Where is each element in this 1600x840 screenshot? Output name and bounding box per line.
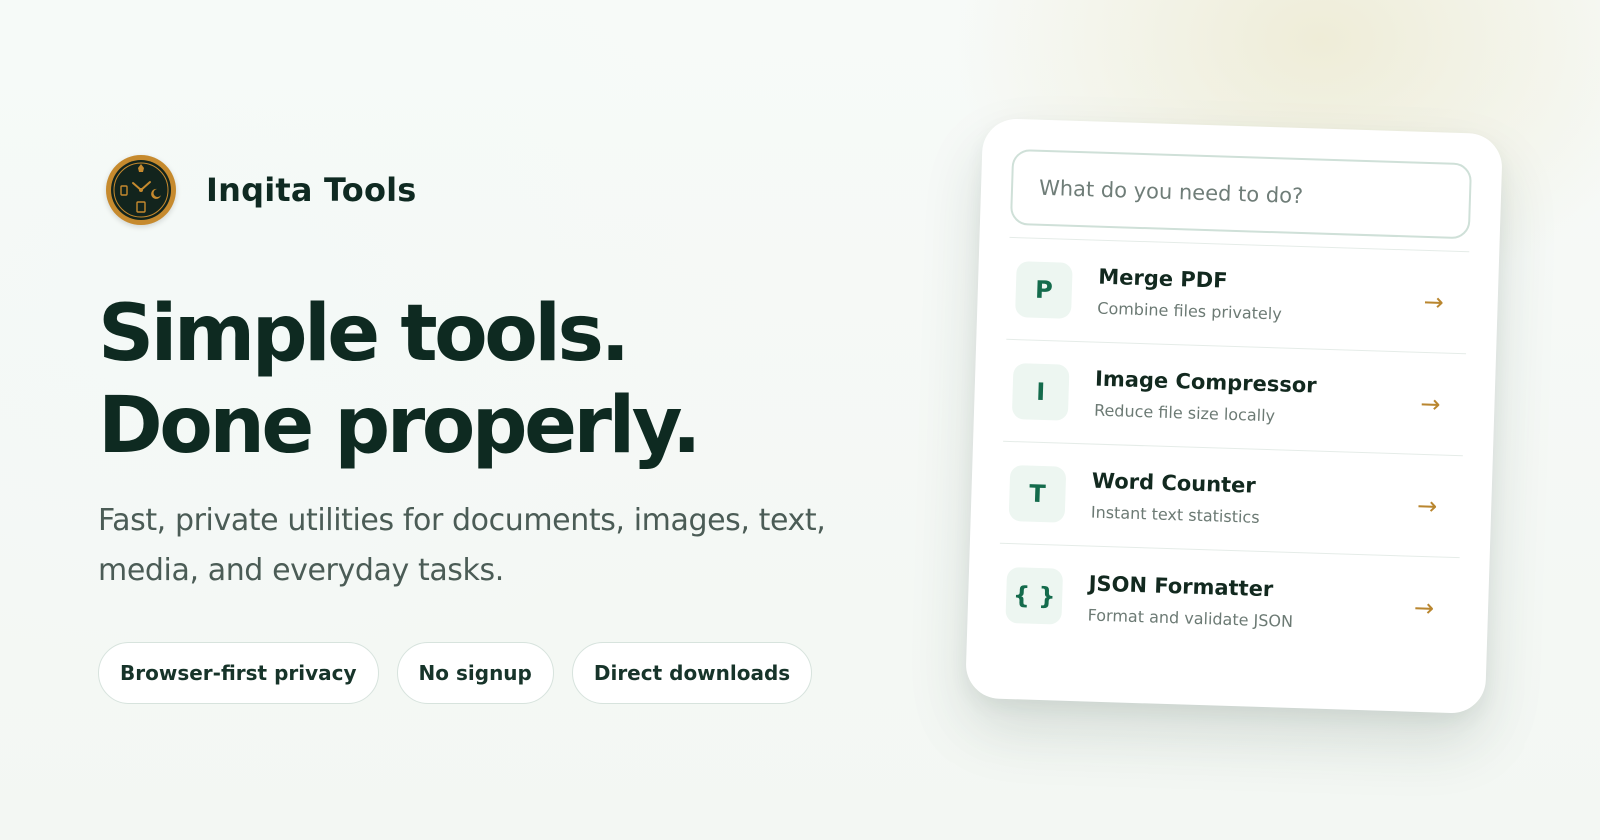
- tool-description: Reduce file size locally: [1093, 400, 1276, 426]
- tool-json-formatter[interactable]: { } JSON Formatter Format and validate J…: [997, 544, 1460, 660]
- headline-line-1: Simple tools.: [98, 289, 630, 379]
- brand[interactable]: Inqita Tools: [106, 155, 417, 225]
- tool-description: Combine files privately: [1097, 298, 1283, 324]
- tool-word-counter[interactable]: T Word Counter Instant text statistics →: [999, 441, 1463, 559]
- tool-list: P Merge PDF Combine files privately → I …: [996, 236, 1470, 661]
- tool-text: JSON Formatter Format and validate JSON: [1087, 571, 1414, 634]
- tool-search-card: What do you need to do? P Merge PDF Comb…: [965, 117, 1503, 715]
- tool-text: Word Counter Instant text statistics: [1091, 469, 1418, 532]
- text-icon: T: [1008, 464, 1067, 523]
- arrow-right-icon: →: [1416, 491, 1438, 520]
- tool-description: Format and validate JSON: [1087, 605, 1294, 631]
- pdf-icon: P: [1015, 260, 1073, 319]
- pill-direct-downloads[interactable]: Direct downloads: [571, 642, 813, 704]
- arrow-right-icon: →: [1419, 389, 1441, 418]
- arrow-right-icon: →: [1413, 593, 1435, 623]
- arrow-right-icon: →: [1423, 287, 1445, 317]
- search-input[interactable]: What do you need to do?: [1009, 148, 1473, 240]
- image-icon: I: [1011, 362, 1070, 421]
- tool-text: Merge PDF Combine files privately: [1097, 265, 1424, 328]
- headline-line-2: Done properly.: [98, 381, 702, 471]
- feature-pills: Browser-first privacy No signup Direct d…: [98, 642, 813, 704]
- tool-description: Instant text statistics: [1090, 502, 1260, 527]
- brand-name: Inqita Tools: [206, 171, 417, 209]
- tool-name: JSON Formatter: [1088, 571, 1274, 601]
- tool-name: Merge PDF: [1097, 264, 1228, 293]
- pill-browser-first-privacy[interactable]: Browser-first privacy: [98, 642, 379, 704]
- tool-name: Word Counter: [1091, 468, 1257, 498]
- hero-headline: Simple tools. Done properly.: [98, 288, 702, 472]
- braces-icon: { }: [1005, 566, 1064, 625]
- tool-merge-pdf[interactable]: P Merge PDF Combine files privately →: [1006, 237, 1470, 355]
- pill-no-signup[interactable]: No signup: [396, 642, 554, 704]
- clock-tools-icon: [106, 155, 176, 225]
- tool-image-compressor[interactable]: I Image Compressor Reduce file size loca…: [1003, 339, 1467, 457]
- tool-text: Image Compressor Reduce file size locall…: [1094, 367, 1421, 430]
- tool-name: Image Compressor: [1094, 366, 1317, 398]
- hero-subtext: Fast, private utilities for documents, i…: [98, 503, 826, 588]
